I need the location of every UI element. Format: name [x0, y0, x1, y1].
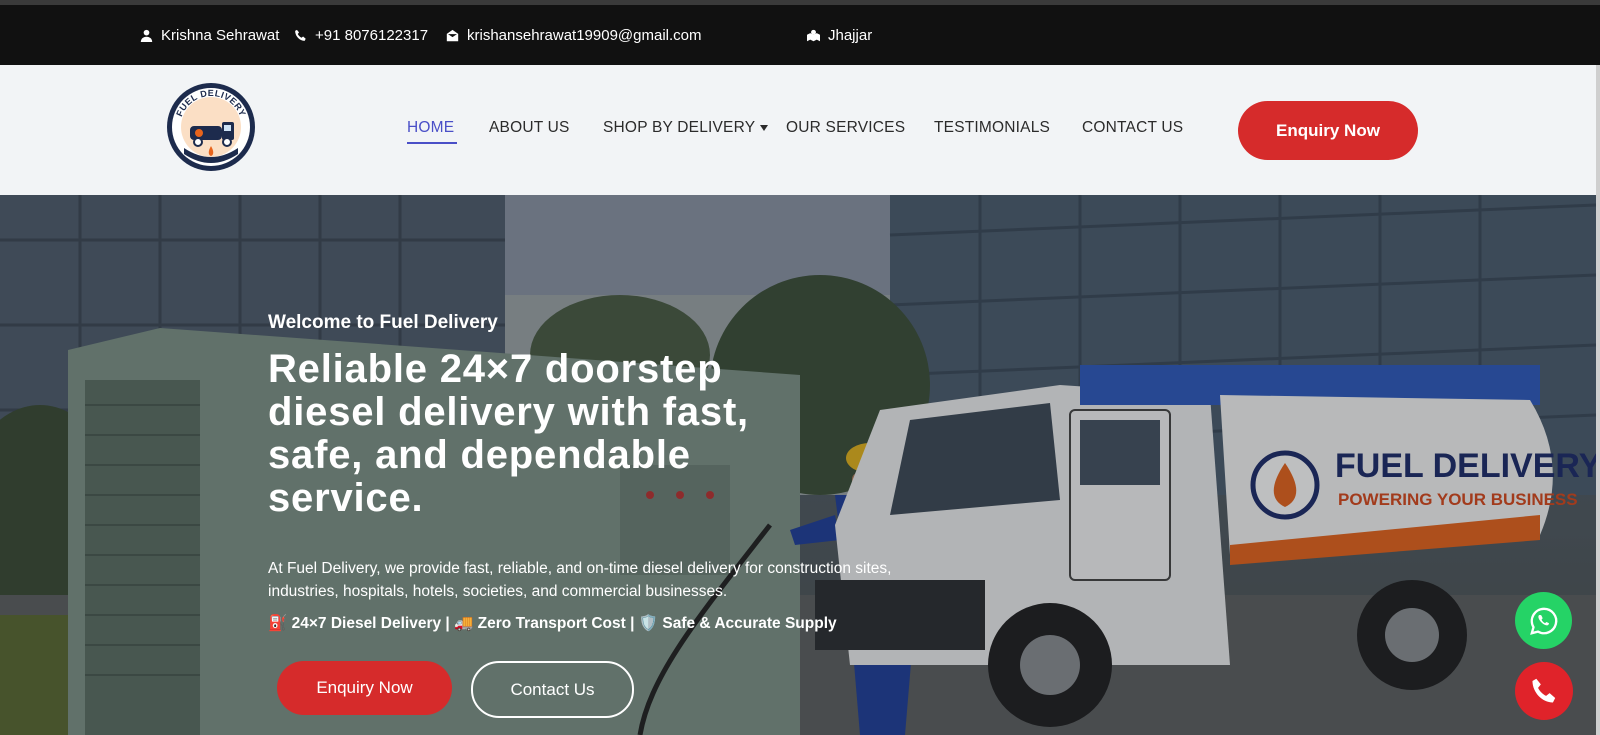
nav-active-underline: [407, 142, 457, 144]
chevron-down-icon[interactable]: [760, 125, 768, 131]
hero-enquiry-button[interactable]: Enquiry Now: [277, 661, 452, 715]
page-scrollbar[interactable]: [1596, 65, 1600, 735]
contact-email[interactable]: krishansehrawat19909@gmail.com: [446, 5, 702, 65]
nav-about-us[interactable]: ABOUT US: [489, 119, 570, 137]
hero-welcome: Welcome to Fuel Delivery: [268, 312, 498, 333]
header-enquiry-button[interactable]: Enquiry Now: [1238, 101, 1418, 160]
contact-location: Jhajjar: [807, 5, 872, 65]
map-location-icon: [807, 29, 820, 41]
hero-features: ⛽ 24×7 Diesel Delivery | 🚚 Zero Transpor…: [268, 615, 837, 632]
nav-contact-us[interactable]: CONTACT US: [1082, 119, 1183, 137]
contact-location-text: Jhajjar: [828, 26, 873, 44]
contact-phone[interactable]: +91 8076122317: [294, 5, 428, 65]
nav-testimonials[interactable]: TESTIMONIALS: [934, 119, 1050, 137]
hero-headline: Reliable 24×7 doorstep diesel delivery w…: [268, 347, 749, 520]
whatsapp-icon: [1529, 607, 1557, 635]
site-header: FUEL DELIVERY HOME ABOUT US SHOP BY DELI…: [0, 65, 1596, 195]
phone-icon: [1532, 678, 1556, 703]
phone-icon: [295, 29, 306, 41]
nav-shop-by-delivery[interactable]: SHOP BY DELIVERY: [603, 119, 755, 137]
contact-name-text: Krishna Sehrawat: [161, 26, 280, 44]
hero-description: At Fuel Delivery, we provide fast, relia…: [268, 560, 892, 600]
top-info-bar: Krishna Sehrawat +91 8076122317 krishans…: [0, 5, 1600, 65]
contact-phone-text: +91 8076122317: [315, 26, 429, 44]
contact-email-text: krishansehrawat19909@gmail.com: [467, 26, 702, 44]
call-float-button[interactable]: [1515, 662, 1573, 720]
nav-home[interactable]: HOME: [407, 119, 454, 137]
envelope-open-icon: [446, 29, 459, 41]
contact-name: Krishna Sehrawat: [140, 5, 279, 65]
hero-section: FUEL DELIVERY POWERING YOUR BUSINESS Wel…: [0, 195, 1596, 735]
hero-contact-button[interactable]: Contact Us: [471, 661, 634, 718]
whatsapp-float-button[interactable]: [1515, 592, 1572, 649]
nav-our-services[interactable]: OUR SERVICES: [786, 119, 905, 137]
user-icon: [140, 29, 153, 42]
